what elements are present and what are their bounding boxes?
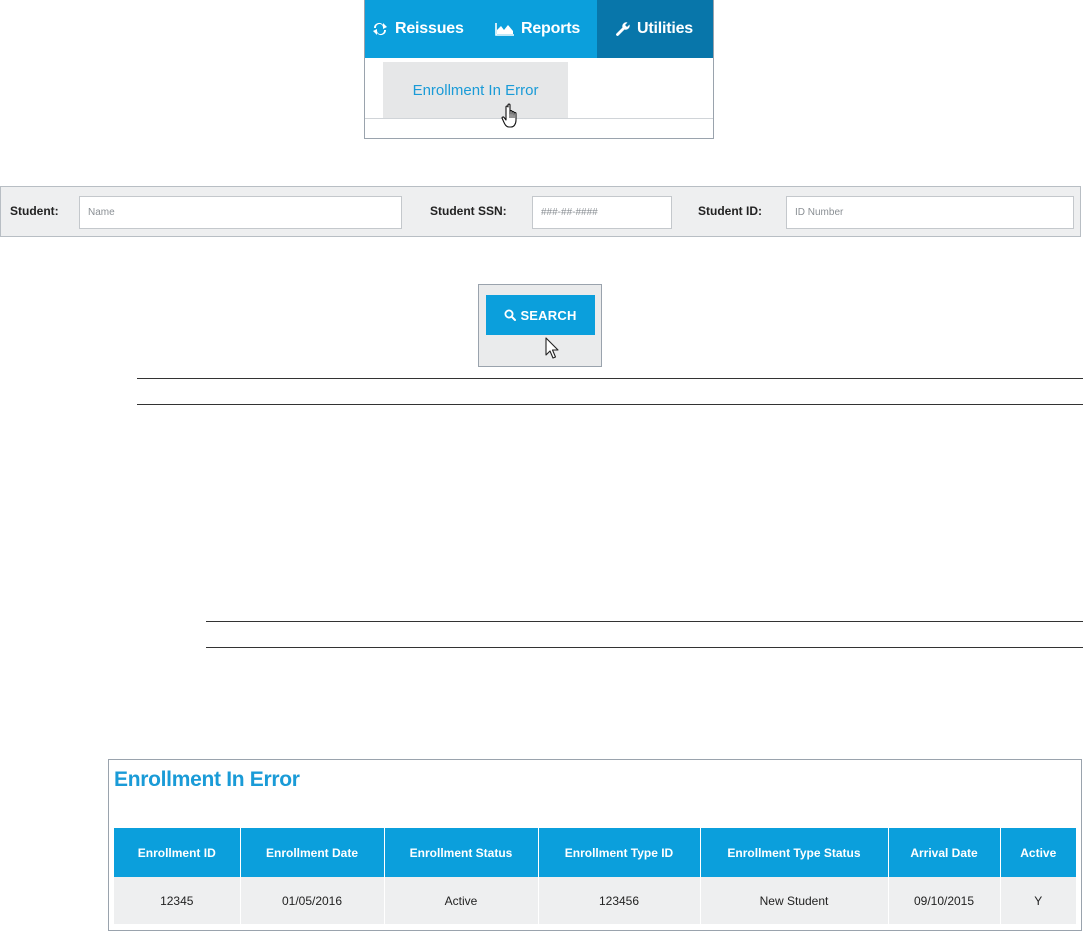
- nav-item-reissues[interactable]: Reissues: [365, 0, 485, 58]
- search-button-snippet: SEARCH: [478, 284, 602, 367]
- student-id-label: Student ID:: [698, 204, 762, 218]
- table-row[interactable]: 12345 01/05/2016 Active 123456 New Stude…: [114, 877, 1076, 924]
- note-rule-top-1: [137, 378, 1083, 379]
- wrench-icon: [615, 21, 631, 37]
- results-panel: Enrollment In Error Enrollment ID Enroll…: [108, 759, 1082, 931]
- nav-item-label: Reports: [521, 20, 581, 37]
- student-label: Student:: [10, 204, 59, 218]
- cell-enrollment-type-status: New Student: [700, 877, 889, 924]
- search-icon: [504, 309, 517, 321]
- nav-item-label: Utilities: [637, 20, 693, 37]
- nav-item-reports[interactable]: Reports: [485, 0, 597, 58]
- column-header-enrollment-status: Enrollment Status: [384, 828, 539, 877]
- nav-menu-snippet: Reissues Reports Utilities Enrollment In…: [364, 0, 714, 139]
- table-header-row: Enrollment ID Enrollment Date Enrollment…: [114, 828, 1076, 877]
- search-button-label: SEARCH: [520, 307, 577, 323]
- arrow-cursor-icon: [545, 337, 561, 366]
- student-id-input[interactable]: [786, 196, 1074, 229]
- column-header-enrollment-type-status: Enrollment Type Status: [700, 828, 889, 877]
- cell-enrollment-status: Active: [384, 877, 539, 924]
- nav-item-utilities[interactable]: Utilities: [597, 0, 713, 58]
- hand-pointer-icon: [501, 103, 523, 134]
- refresh-icon: [371, 22, 389, 36]
- column-header-enrollment-date: Enrollment Date: [240, 828, 385, 877]
- cell-enrollment-type-id: 123456: [538, 877, 701, 924]
- column-header-enrollment-id: Enrollment ID: [114, 828, 241, 877]
- chart-area-icon: [495, 22, 515, 36]
- search-button[interactable]: SEARCH: [486, 295, 595, 335]
- cell-enrollment-date: 01/05/2016: [240, 877, 385, 924]
- column-header-enrollment-type-id: Enrollment Type ID: [538, 828, 701, 877]
- results-table: Enrollment ID Enrollment Date Enrollment…: [114, 828, 1076, 924]
- cell-arrival-date: 09/10/2015: [888, 877, 1001, 924]
- column-header-arrival-date: Arrival Date: [888, 828, 1001, 877]
- student-ssn-input[interactable]: [532, 196, 672, 229]
- note-rule-bottom-2: [206, 647, 1083, 648]
- results-title: Enrollment In Error: [114, 768, 300, 791]
- note-rule-top-2: [206, 621, 1083, 622]
- dropdown-item-enrollment-in-error[interactable]: Enrollment In Error: [383, 62, 568, 118]
- nav-item-label: Reissues: [395, 20, 464, 37]
- nav-bar: Reissues Reports Utilities: [365, 0, 713, 58]
- cell-enrollment-id: 12345: [114, 877, 241, 924]
- student-ssn-label: Student SSN:: [430, 204, 507, 218]
- dropdown-divider: [365, 118, 713, 119]
- cell-active: Y: [1000, 877, 1076, 924]
- student-name-input[interactable]: [79, 196, 402, 229]
- search-fields-bar: Student: Student SSN: Student ID:: [0, 186, 1081, 237]
- column-header-active: Active: [1000, 828, 1076, 877]
- note-rule-bottom-1: [137, 404, 1083, 405]
